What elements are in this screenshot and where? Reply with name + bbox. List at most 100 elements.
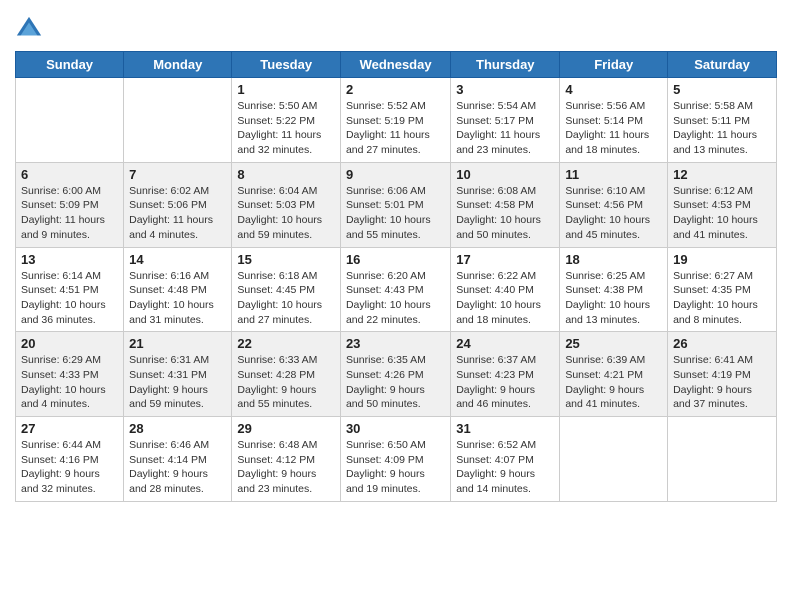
day-cell: 6 Sunrise: 6:00 AM Sunset: 5:09 PM Daylig… (16, 162, 124, 247)
weekday-header-thursday: Thursday (451, 52, 560, 78)
day-cell: 11 Sunrise: 6:10 AM Sunset: 4:56 PM Dayli… (560, 162, 668, 247)
day-number: 25 (565, 336, 662, 351)
day-info: Sunrise: 5:50 AM Sunset: 5:22 PM Dayligh… (237, 99, 335, 158)
day-number: 18 (565, 252, 662, 267)
day-info: Sunrise: 6:22 AM Sunset: 4:40 PM Dayligh… (456, 269, 554, 328)
day-number: 3 (456, 82, 554, 97)
day-info: Sunrise: 6:16 AM Sunset: 4:48 PM Dayligh… (129, 269, 226, 328)
day-cell: 7 Sunrise: 6:02 AM Sunset: 5:06 PM Daylig… (124, 162, 232, 247)
day-number: 5 (673, 82, 771, 97)
day-info: Sunrise: 5:56 AM Sunset: 5:14 PM Dayligh… (565, 99, 662, 158)
day-number: 1 (237, 82, 335, 97)
day-number: 11 (565, 167, 662, 182)
day-number: 23 (346, 336, 445, 351)
day-cell: 20 Sunrise: 6:29 AM Sunset: 4:33 PM Dayli… (16, 332, 124, 417)
day-info: Sunrise: 6:14 AM Sunset: 4:51 PM Dayligh… (21, 269, 118, 328)
day-cell (16, 78, 124, 163)
day-number: 14 (129, 252, 226, 267)
day-cell: 31 Sunrise: 6:52 AM Sunset: 4:07 PM Dayli… (451, 417, 560, 502)
day-info: Sunrise: 6:08 AM Sunset: 4:58 PM Dayligh… (456, 184, 554, 243)
day-number: 30 (346, 421, 445, 436)
day-cell (560, 417, 668, 502)
day-cell: 30Sunrise: 6:50 AM Sunset: 4:09 PM Dayli… (340, 417, 450, 502)
day-cell (668, 417, 777, 502)
day-info: Sunrise: 6:44 AM Sunset: 4:16 PM Dayligh… (21, 438, 118, 497)
logo (15, 15, 47, 43)
day-number: 13 (21, 252, 118, 267)
calendar: SundayMondayTuesdayWednesdayThursdayFrid… (15, 51, 777, 502)
day-number: 6 (21, 167, 118, 182)
day-cell: 2 Sunrise: 5:52 AM Sunset: 5:19 PM Daylig… (340, 78, 450, 163)
day-number: 9 (346, 167, 445, 182)
day-cell: 25 Sunrise: 6:39 AM Sunset: 4:21 PM Dayli… (560, 332, 668, 417)
day-info: Sunrise: 5:58 AM Sunset: 5:11 PM Dayligh… (673, 99, 771, 158)
day-cell: 16 Sunrise: 6:20 AM Sunset: 4:43 PM Dayli… (340, 247, 450, 332)
week-row-3: 13 Sunrise: 6:14 AM Sunset: 4:51 PM Dayli… (16, 247, 777, 332)
day-info: Sunrise: 6:35 AM Sunset: 4:26 PM Dayligh… (346, 353, 445, 412)
day-info: Sunrise: 6:52 AM Sunset: 4:07 PM Dayligh… (456, 438, 554, 497)
day-info: Sunrise: 6:33 AM Sunset: 4:28 PM Dayligh… (237, 353, 335, 412)
day-info: Sunrise: 6:41 AM Sunset: 4:19 PM Dayligh… (673, 353, 771, 412)
day-number: 12 (673, 167, 771, 182)
day-number: 22 (237, 336, 335, 351)
day-info: Sunrise: 6:37 AM Sunset: 4:23 PM Dayligh… (456, 353, 554, 412)
day-info: Sunrise: 6:20 AM Sunset: 4:43 PM Dayligh… (346, 269, 445, 328)
day-cell: 17Sunrise: 6:22 AM Sunset: 4:40 PM Dayli… (451, 247, 560, 332)
calendar-header: SundayMondayTuesdayWednesdayThursdayFrid… (16, 52, 777, 78)
day-number: 8 (237, 167, 335, 182)
header (15, 10, 777, 43)
day-number: 19 (673, 252, 771, 267)
day-number: 26 (673, 336, 771, 351)
day-info: Sunrise: 6:27 AM Sunset: 4:35 PM Dayligh… (673, 269, 771, 328)
day-info: Sunrise: 6:39 AM Sunset: 4:21 PM Dayligh… (565, 353, 662, 412)
day-number: 2 (346, 82, 445, 97)
day-cell: 8Sunrise: 6:04 AM Sunset: 5:03 PM Daylig… (232, 162, 341, 247)
day-info: Sunrise: 5:54 AM Sunset: 5:17 PM Dayligh… (456, 99, 554, 158)
day-info: Sunrise: 6:10 AM Sunset: 4:56 PM Dayligh… (565, 184, 662, 243)
day-number: 7 (129, 167, 226, 182)
day-cell: 24 Sunrise: 6:37 AM Sunset: 4:23 PM Dayli… (451, 332, 560, 417)
day-number: 4 (565, 82, 662, 97)
day-cell: 14 Sunrise: 6:16 AM Sunset: 4:48 PM Dayli… (124, 247, 232, 332)
day-cell: 10 Sunrise: 6:08 AM Sunset: 4:58 PM Dayli… (451, 162, 560, 247)
day-cell: 22 Sunrise: 6:33 AM Sunset: 4:28 PM Dayli… (232, 332, 341, 417)
weekday-header-friday: Friday (560, 52, 668, 78)
day-cell: 3 Sunrise: 5:54 AM Sunset: 5:17 PM Daylig… (451, 78, 560, 163)
page: SundayMondayTuesdayWednesdayThursdayFrid… (0, 0, 792, 612)
day-info: Sunrise: 6:31 AM Sunset: 4:31 PM Dayligh… (129, 353, 226, 412)
day-number: 31 (456, 421, 554, 436)
weekday-header-tuesday: Tuesday (232, 52, 341, 78)
day-info: Sunrise: 5:52 AM Sunset: 5:19 PM Dayligh… (346, 99, 445, 158)
day-info: Sunrise: 6:18 AM Sunset: 4:45 PM Dayligh… (237, 269, 335, 328)
day-number: 10 (456, 167, 554, 182)
day-cell: 18 Sunrise: 6:25 AM Sunset: 4:38 PM Dayli… (560, 247, 668, 332)
week-row-2: 6 Sunrise: 6:00 AM Sunset: 5:09 PM Daylig… (16, 162, 777, 247)
day-number: 28 (129, 421, 226, 436)
week-row-1: 1 Sunrise: 5:50 AM Sunset: 5:22 PM Daylig… (16, 78, 777, 163)
day-number: 21 (129, 336, 226, 351)
day-cell (124, 78, 232, 163)
day-cell: 19 Sunrise: 6:27 AM Sunset: 4:35 PM Dayli… (668, 247, 777, 332)
day-number: 24 (456, 336, 554, 351)
day-info: Sunrise: 6:48 AM Sunset: 4:12 PM Dayligh… (237, 438, 335, 497)
day-cell: 26 Sunrise: 6:41 AM Sunset: 4:19 PM Dayli… (668, 332, 777, 417)
day-number: 15 (237, 252, 335, 267)
day-number: 16 (346, 252, 445, 267)
day-info: Sunrise: 6:02 AM Sunset: 5:06 PM Dayligh… (129, 184, 226, 243)
day-number: 29 (237, 421, 335, 436)
weekday-header-sunday: Sunday (16, 52, 124, 78)
week-row-4: 20 Sunrise: 6:29 AM Sunset: 4:33 PM Dayli… (16, 332, 777, 417)
day-number: 27 (21, 421, 118, 436)
day-cell: 15 Sunrise: 6:18 AM Sunset: 4:45 PM Dayli… (232, 247, 341, 332)
day-info: Sunrise: 6:29 AM Sunset: 4:33 PM Dayligh… (21, 353, 118, 412)
day-info: Sunrise: 6:00 AM Sunset: 5:09 PM Dayligh… (21, 184, 118, 243)
weekday-header-saturday: Saturday (668, 52, 777, 78)
day-cell: 27 Sunrise: 6:44 AM Sunset: 4:16 PM Dayli… (16, 417, 124, 502)
day-info: Sunrise: 6:25 AM Sunset: 4:38 PM Dayligh… (565, 269, 662, 328)
day-number: 20 (21, 336, 118, 351)
day-cell: 13 Sunrise: 6:14 AM Sunset: 4:51 PM Dayli… (16, 247, 124, 332)
calendar-body: 1 Sunrise: 5:50 AM Sunset: 5:22 PM Daylig… (16, 78, 777, 502)
day-cell: 5 Sunrise: 5:58 AM Sunset: 5:11 PM Daylig… (668, 78, 777, 163)
weekday-row: SundayMondayTuesdayWednesdayThursdayFrid… (16, 52, 777, 78)
logo-icon (15, 15, 43, 43)
